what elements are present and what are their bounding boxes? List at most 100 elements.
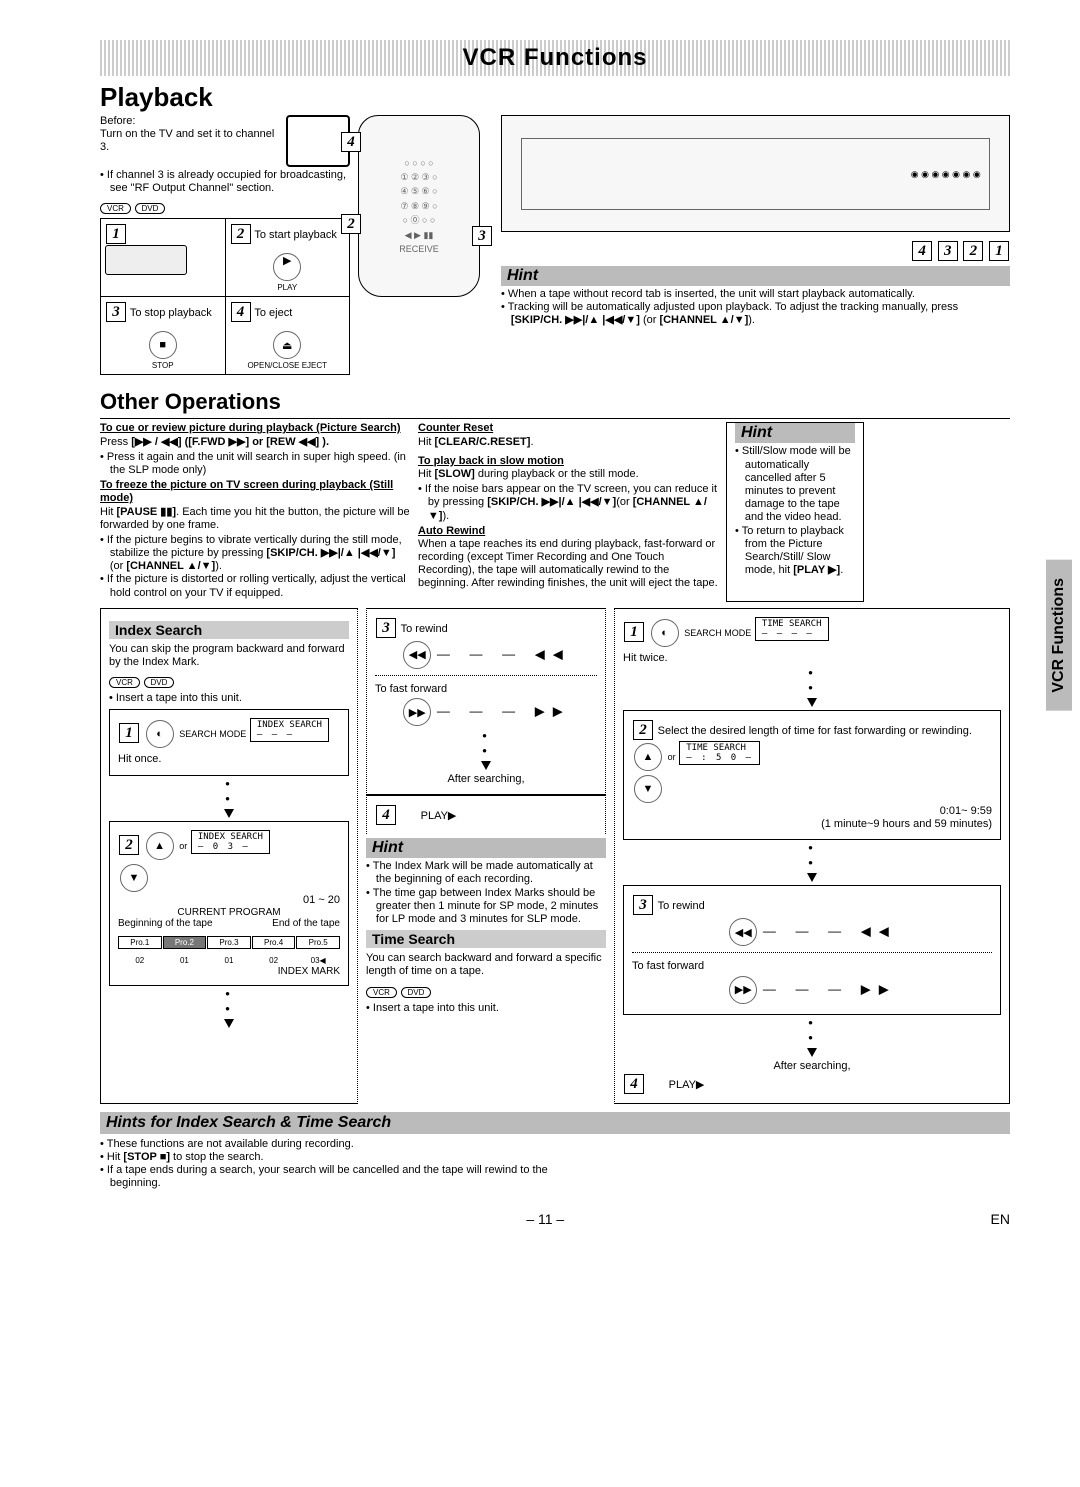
page-title-band: VCR Functions <box>100 40 1010 76</box>
ts-after-label: After searching, <box>623 1060 1001 1073</box>
fastforward-button[interactable]: ▶▶ <box>403 698 431 726</box>
hint1-item2: Tracking will be automatically adjusted … <box>501 301 1010 327</box>
ts-step1-num: 1 <box>624 622 644 642</box>
index-search-title: Index Search <box>109 621 349 639</box>
mid-ff-label: To fast forward <box>375 683 447 695</box>
counter-reset-head: Counter Reset <box>418 422 718 435</box>
eject-label: OPEN/CLOSE EJECT <box>230 361 346 370</box>
time-intro: You can search backward and forward a sp… <box>366 952 606 978</box>
slow-body: Hit [SLOW] during playback or the still … <box>418 468 718 481</box>
down-arrow-icon: •• <box>109 776 349 821</box>
hint1-item1: When a tape without record tab is insert… <box>501 288 1010 301</box>
ch-up-button-2[interactable]: ▲ <box>634 743 662 771</box>
mid-after-label: After searching, <box>375 773 597 786</box>
ts-step4-num: 4 <box>624 1074 644 1094</box>
ts-step2-num: 2 <box>633 720 653 740</box>
slow-head: To play back in slow motion <box>418 455 718 468</box>
ts-range: 0:01~ 9:59 <box>632 805 992 818</box>
index-hit-once: Hit once. <box>118 753 161 765</box>
down-arrow-icon-2: •• <box>109 986 349 1031</box>
vcr-slot-icon <box>105 245 187 275</box>
counter-reset-body: Hit [CLEAR/C.RESET]. <box>418 436 718 449</box>
mid-step4-num: 4 <box>376 805 396 825</box>
picture-search-head: To cue or review picture during playback… <box>100 422 410 435</box>
dvd-badge: DVD <box>135 203 166 214</box>
index-insert: Insert a tape into this unit. <box>109 692 349 705</box>
search-mode-label: SEARCH MODE <box>179 729 246 739</box>
other-ops-heading: Other Operations <box>100 389 1010 415</box>
step-4-num: 4 <box>231 302 251 322</box>
mid-rewind-label: To rewind <box>401 623 448 635</box>
hintR-b1: Still/Slow mode will be automatically ca… <box>735 445 855 524</box>
ts-rewind-label: To rewind <box>658 900 705 912</box>
search-mode-button[interactable]: ◐ <box>146 720 174 748</box>
ts-play-label: PLAY▶ <box>669 1079 705 1091</box>
playback-heading: Playback <box>100 82 1010 113</box>
ts-ff-label: To fast forward <box>632 960 704 972</box>
picture-search-note: Press it again and the unit will search … <box>100 451 410 477</box>
tape-begin: Beginning of the tape <box>118 918 213 930</box>
vcr-unit-illustration: ◉ ◉ ◉ ◉ ◉ ◉ ◉ <box>501 115 1010 232</box>
hint2-b1: The Index Mark will be made automaticall… <box>366 860 606 886</box>
vcr-badge-2: VCR <box>109 677 140 688</box>
sidebar-tab: VCR Functions <box>1046 560 1072 711</box>
mid-step3-num: 3 <box>376 618 396 638</box>
playback-steps-table: 1 2 To start playback ▶ PLAY 3 To stop p… <box>100 218 350 375</box>
unit-callout-1: 1 <box>989 241 1009 261</box>
remote-callout-2: 2 <box>341 214 361 234</box>
fastforward-button-2[interactable]: ▶▶ <box>729 976 757 1004</box>
hint2-b2: The time gap between Index Marks should … <box>366 887 606 927</box>
search-mode-button-2[interactable]: ◐ <box>651 619 679 647</box>
index-intro: You can skip the program backward and fo… <box>109 643 349 669</box>
hint2-title: Hint <box>366 838 606 858</box>
play-button-icon[interactable]: ▶ <box>273 253 301 281</box>
index-lcd2: INDEX SEARCH— 0 3 — <box>191 830 270 854</box>
dvd-badge-3: DVD <box>401 987 432 998</box>
hints-combo-b3: If a tape ends during a search, your sea… <box>100 1164 600 1190</box>
ch-down-button[interactable]: ▼ <box>120 864 148 892</box>
index-range: 01 ~ 20 <box>118 894 340 907</box>
time-insert: Insert a tape into this unit. <box>366 1002 606 1015</box>
index-mark-label: INDEX MARK <box>118 966 340 978</box>
ts-lcd2: TIME SEARCH— : 5 0 — <box>679 741 760 765</box>
vcr-badge: VCR <box>100 203 131 214</box>
slow-note: If the noise bars appear on the TV scree… <box>418 483 718 523</box>
autorew-body: When a tape reaches its end during playb… <box>418 538 718 591</box>
page-number: – 11 – <box>526 1211 564 1227</box>
time-search-title: Time Search <box>366 930 606 948</box>
eject-button-icon[interactable]: ⏏ <box>273 331 301 359</box>
stop-label: STOP <box>105 361 221 370</box>
step4-text: To eject <box>254 307 292 319</box>
index-lcd1: INDEX SEARCH— — — <box>250 718 329 742</box>
remote-callout-3: 3 <box>472 226 492 246</box>
before-note: If channel 3 is already occupied for bro… <box>100 169 350 195</box>
hintR-title: Hint <box>735 423 855 443</box>
rewind-button-2[interactable]: ◀◀ <box>729 918 757 946</box>
vcr-badge-3: VCR <box>366 987 397 998</box>
hints-combo-title: Hints for Index Search & Time Search <box>100 1112 1010 1134</box>
step-3-num: 3 <box>106 302 126 322</box>
index-step1-num: 1 <box>119 723 139 743</box>
step-2-num: 2 <box>231 224 251 244</box>
rewind-button[interactable]: ◀◀ <box>403 641 431 669</box>
hints-combo-b2: Hit [STOP ■] to stop the search. <box>100 1151 600 1164</box>
still-note2: If the picture is distorted or rolling v… <box>100 573 410 599</box>
ts-searchmode-label: SEARCH MODE <box>684 628 751 638</box>
picture-search-body: Press [▶▶ / ◀◀] ([F.FWD ▶▶] or [REW ◀◀] … <box>100 436 410 449</box>
ts-range2: (1 minute~9 hours and 59 minutes) <box>632 818 992 831</box>
ch-up-button[interactable]: ▲ <box>146 832 174 860</box>
ts-step3-num: 3 <box>633 895 653 915</box>
still-mode-head: To freeze the picture on TV screen durin… <box>100 479 410 505</box>
still-note1: If the picture begins to vibrate vertica… <box>100 534 410 574</box>
hint1-title: Hint <box>501 266 1010 286</box>
current-program-label: CURRENT PROGRAM <box>118 907 340 919</box>
unit-callout-4: 4 <box>912 241 932 261</box>
before-label: Before: <box>100 115 280 128</box>
autorew-head: Auto Rewind <box>418 525 718 538</box>
stop-button-icon[interactable]: ■ <box>149 331 177 359</box>
unit-callout-3: 3 <box>938 241 958 261</box>
ts-hit-twice: Hit twice. <box>623 652 668 664</box>
mid-play-label: PLAY▶ <box>421 810 457 822</box>
play-label: PLAY <box>230 283 346 292</box>
ch-down-button-2[interactable]: ▼ <box>634 775 662 803</box>
